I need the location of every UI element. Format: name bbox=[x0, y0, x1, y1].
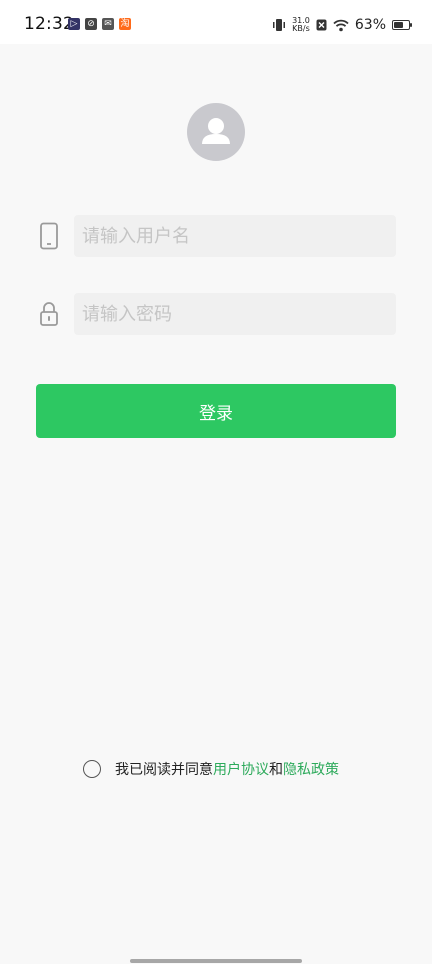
agreement-conjunction: 和 bbox=[269, 762, 283, 778]
taobao-app-icon: 淘 bbox=[119, 18, 131, 30]
vibrate-icon bbox=[273, 19, 286, 31]
notification-icons: ▷ ⊘ ✉ 淘 bbox=[68, 18, 131, 30]
agreement-row: 我已阅读并同意 用户协议 和 隐私政策 bbox=[83, 759, 339, 779]
password-input[interactable] bbox=[74, 293, 396, 335]
agreement-checkbox[interactable] bbox=[83, 760, 101, 778]
login-button[interactable]: 登录 bbox=[36, 384, 396, 438]
avatar[interactable] bbox=[187, 103, 245, 161]
user-avatar-icon bbox=[202, 118, 230, 144]
battery-icon bbox=[392, 20, 412, 30]
status-bar: 12:32 ▷ ⊘ ✉ 淘 31.0 KB/s 63% bbox=[0, 0, 432, 44]
home-indicator[interactable] bbox=[130, 959, 302, 963]
media-play-icon: ▷ bbox=[68, 18, 80, 30]
lock-icon bbox=[40, 302, 58, 326]
no-sim-icon bbox=[316, 19, 327, 31]
wifi-icon bbox=[333, 19, 349, 31]
phone-icon bbox=[40, 222, 58, 250]
system-status: 31.0 KB/s 63% bbox=[272, 15, 412, 35]
battery-percent: 63% bbox=[354, 17, 386, 33]
network-speed: 31.0 KB/s bbox=[292, 17, 310, 33]
battery-level bbox=[394, 22, 403, 28]
agreement-prefix: 我已阅读并同意 bbox=[115, 762, 213, 778]
network-speed-unit: KB/s bbox=[292, 24, 310, 33]
privacy-policy-link[interactable]: 隐私政策 bbox=[283, 759, 339, 779]
sync-app-icon: ⊘ bbox=[85, 18, 97, 30]
username-input[interactable] bbox=[74, 215, 396, 257]
user-agreement-link[interactable]: 用户协议 bbox=[213, 759, 269, 779]
mail-icon: ✉ bbox=[102, 18, 114, 30]
status-time: 12:32 bbox=[24, 14, 74, 34]
